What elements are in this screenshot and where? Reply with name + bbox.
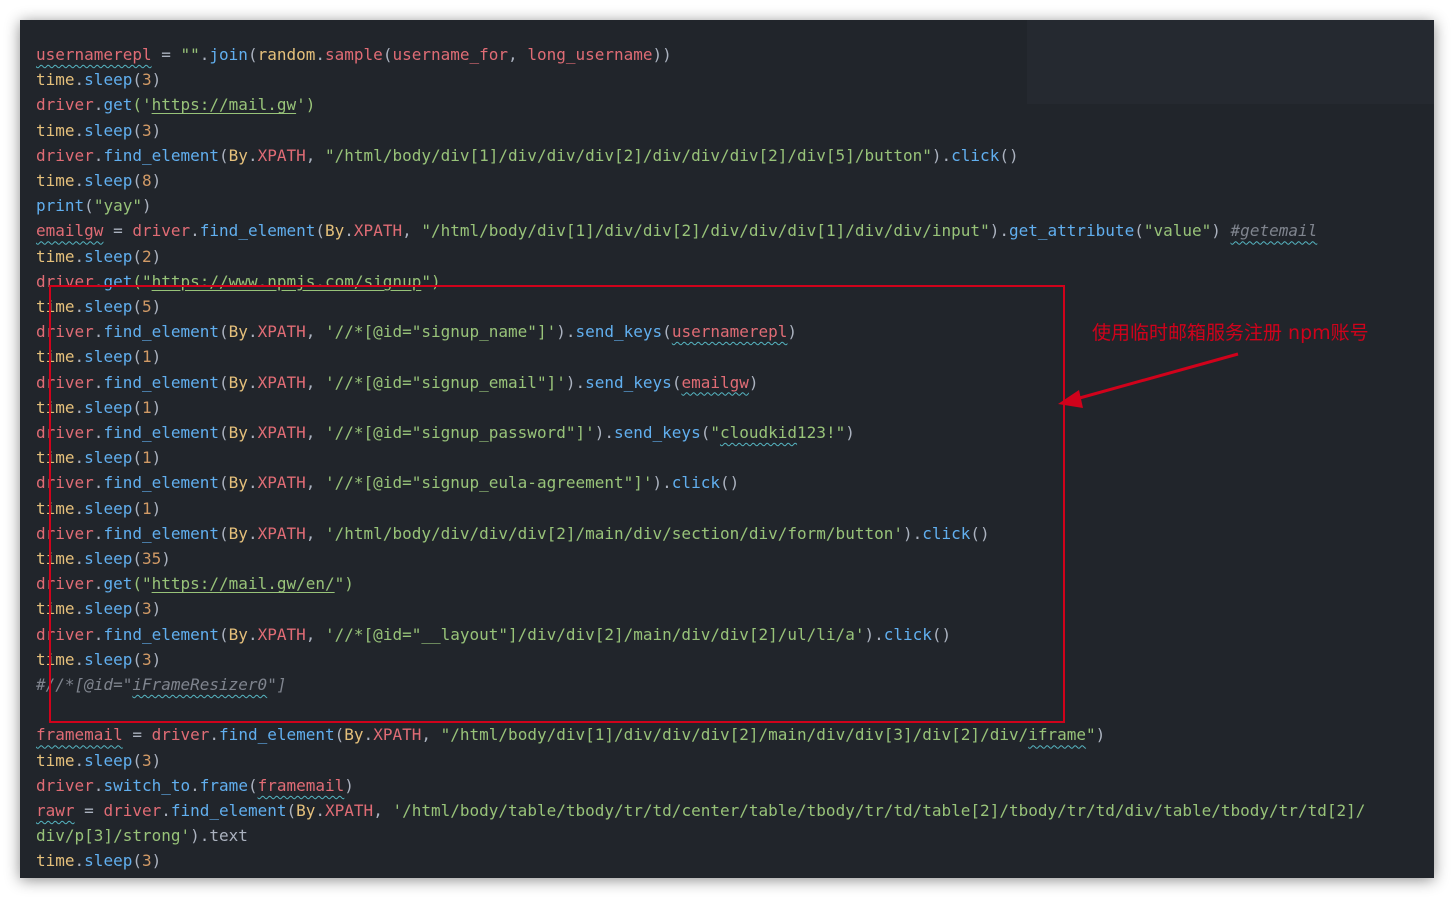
annotation-arrow-icon xyxy=(1058,352,1239,408)
